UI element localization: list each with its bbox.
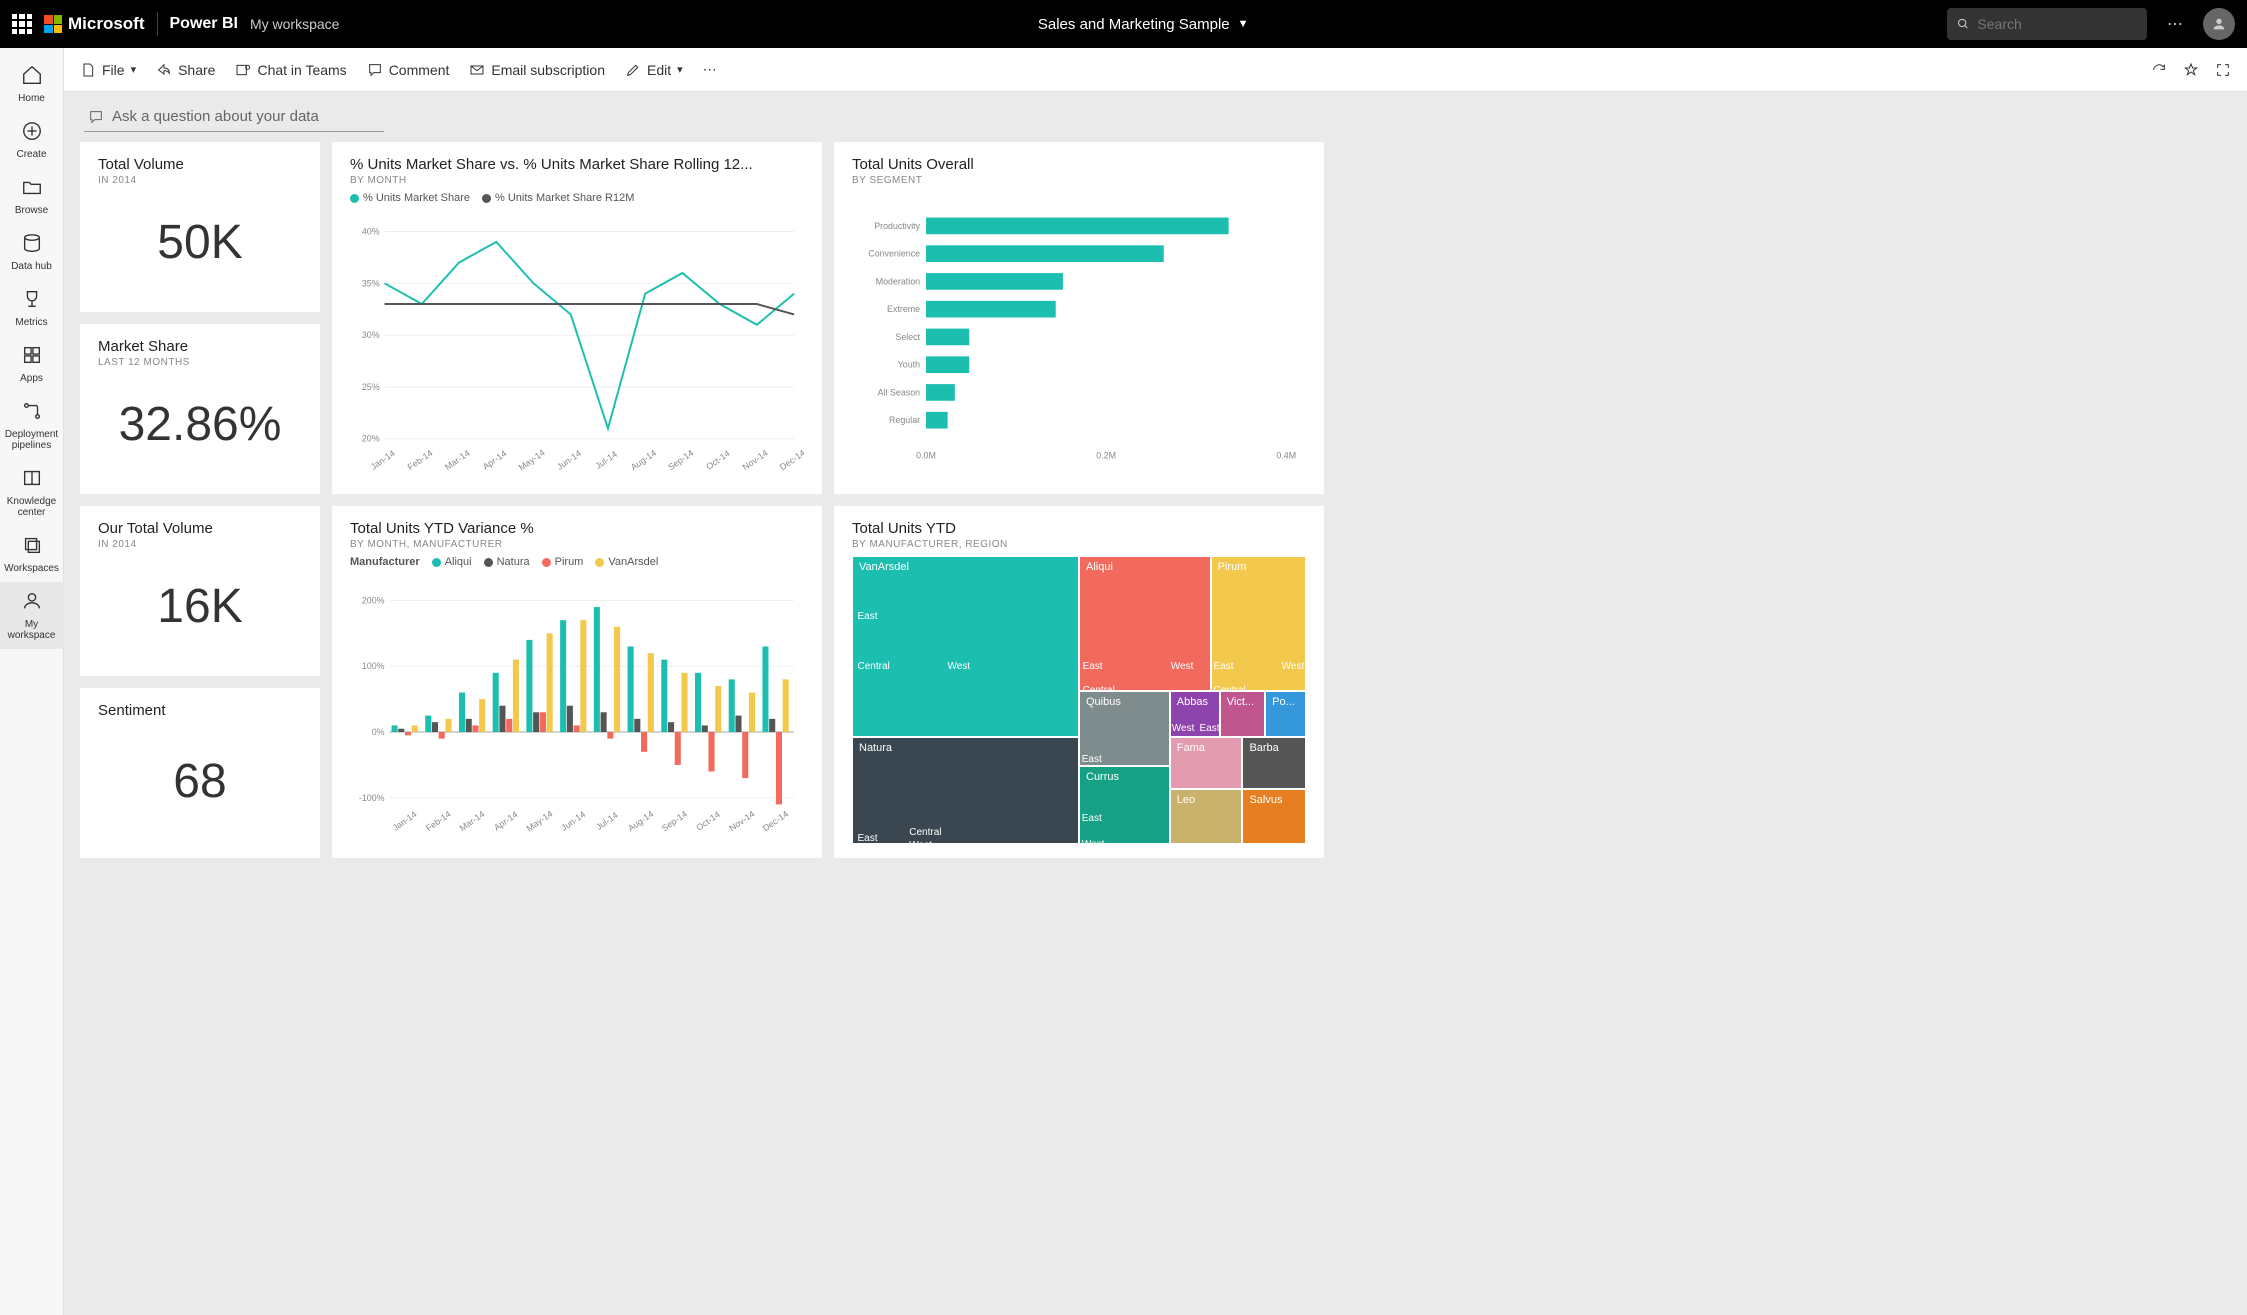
tile-line-marketshare[interactable]: % Units Market Share vs. % Units Market … <box>332 142 822 494</box>
more-button[interactable]: ⋯ <box>703 61 717 78</box>
favorite-icon[interactable] <box>2183 62 2199 78</box>
tile-treemap[interactable]: Total Units YTD BY MANUFACTURER, REGION … <box>834 506 1324 858</box>
svg-text:Oct-14: Oct-14 <box>704 448 732 472</box>
svg-text:Sep-14: Sep-14 <box>660 809 689 834</box>
comment-button[interactable]: Comment <box>367 62 450 78</box>
svg-text:40%: 40% <box>362 226 380 236</box>
tile-bar-variance[interactable]: Total Units YTD Variance % BY MONTH, MAN… <box>332 506 822 858</box>
app-launcher-icon[interactable] <box>12 14 32 34</box>
svg-text:100%: 100% <box>362 661 385 671</box>
more-options-icon[interactable]: ⋯ <box>2159 8 2191 40</box>
tile-our-volume[interactable]: Our Total Volume IN 2014 16K <box>80 506 320 676</box>
nav-workspaces[interactable]: Workspaces <box>0 526 64 582</box>
svg-text:Jan-14: Jan-14 <box>369 448 397 472</box>
svg-text:Apr-14: Apr-14 <box>492 809 520 833</box>
divider <box>157 12 158 36</box>
svg-text:Select: Select <box>895 332 920 342</box>
svg-text:30%: 30% <box>362 330 380 340</box>
svg-text:0%: 0% <box>372 727 385 737</box>
svg-text:Feb-14: Feb-14 <box>424 809 453 833</box>
svg-text:Extreme: Extreme <box>887 304 920 314</box>
nav-knowledge[interactable]: Knowledge center <box>0 459 64 526</box>
svg-text:May-14: May-14 <box>525 808 555 833</box>
svg-text:20%: 20% <box>362 434 380 444</box>
svg-text:Jun-14: Jun-14 <box>555 448 583 472</box>
file-menu[interactable]: File▾ <box>80 62 136 78</box>
svg-text:Nov-14: Nov-14 <box>741 448 770 473</box>
left-nav: Home Create Browse Data hub Metrics Apps… <box>0 48 64 1315</box>
user-avatar[interactable] <box>2203 8 2235 40</box>
svg-text:Feb-14: Feb-14 <box>406 448 435 472</box>
svg-text:35%: 35% <box>362 278 380 288</box>
svg-text:Productivity: Productivity <box>874 221 920 231</box>
svg-text:Jun-14: Jun-14 <box>559 809 587 833</box>
report-toolbar: File▾ Share Chat in Teams Comment Email … <box>64 48 2247 92</box>
svg-text:0.0M: 0.0M <box>916 450 936 460</box>
svg-text:200%: 200% <box>362 595 385 605</box>
svg-text:Moderation: Moderation <box>876 276 920 286</box>
svg-text:Jan-14: Jan-14 <box>391 809 419 833</box>
microsoft-logo: Microsoft <box>44 14 145 34</box>
chat-icon <box>88 109 104 125</box>
svg-text:Aug-14: Aug-14 <box>626 809 655 834</box>
email-button[interactable]: Email subscription <box>469 62 605 78</box>
svg-text:Youth: Youth <box>898 360 920 370</box>
svg-text:Jul-14: Jul-14 <box>593 449 619 471</box>
qa-question-input[interactable]: Ask a question about your data <box>84 102 384 132</box>
svg-text:Aug-14: Aug-14 <box>629 448 658 473</box>
edit-button[interactable]: Edit▾ <box>625 62 683 78</box>
svg-text:Mar-14: Mar-14 <box>458 809 487 833</box>
svg-text:May-14: May-14 <box>517 447 547 472</box>
svg-text:Nov-14: Nov-14 <box>727 809 756 834</box>
nav-apps[interactable]: Apps <box>0 336 64 392</box>
svg-text:Dec-14: Dec-14 <box>761 809 790 834</box>
svg-text:25%: 25% <box>362 382 380 392</box>
nav-datahub[interactable]: Data hub <box>0 224 64 280</box>
svg-text:0.4M: 0.4M <box>1276 450 1296 460</box>
svg-text:All Season: All Season <box>878 387 920 397</box>
svg-text:0.2M: 0.2M <box>1096 450 1116 460</box>
svg-text:Sep-14: Sep-14 <box>666 448 695 473</box>
global-header: Microsoft Power BI My workspace Sales an… <box>0 0 2247 48</box>
search-icon <box>1957 17 1969 31</box>
search-input[interactable] <box>1947 8 2147 40</box>
product-brand: Power BI <box>170 15 238 33</box>
refresh-icon[interactable] <box>2151 62 2167 78</box>
report-title-dropdown[interactable]: Sales and Marketing Sample ▼ <box>351 16 1935 33</box>
svg-text:Mar-14: Mar-14 <box>443 448 472 472</box>
svg-text:Convenience: Convenience <box>868 249 920 259</box>
svg-text:Apr-14: Apr-14 <box>481 448 509 472</box>
tile-sentiment[interactable]: Sentiment 68 <box>80 688 320 858</box>
teams-button[interactable]: Chat in Teams <box>235 62 346 78</box>
nav-myworkspace[interactable]: My workspace <box>0 582 64 649</box>
nav-metrics[interactable]: Metrics <box>0 280 64 336</box>
nav-browse[interactable]: Browse <box>0 168 64 224</box>
dashboard-canvas: Total Volume IN 2014 50K Market Share LA… <box>64 142 2247 1315</box>
share-button[interactable]: Share <box>156 62 215 78</box>
tile-bar-segment[interactable]: Total Units Overall BY SEGMENT Productiv… <box>834 142 1324 494</box>
chevron-down-icon: ▼ <box>1238 18 1249 30</box>
nav-deployment[interactable]: Deployment pipelines <box>0 392 64 459</box>
svg-text:-100%: -100% <box>359 793 385 803</box>
svg-text:Regular: Regular <box>889 415 920 425</box>
nav-create[interactable]: Create <box>0 112 64 168</box>
svg-text:Jul-14: Jul-14 <box>594 810 620 832</box>
nav-home[interactable]: Home <box>0 56 64 112</box>
tile-market-share[interactable]: Market Share LAST 12 MONTHS 32.86% <box>80 324 320 494</box>
svg-text:Oct-14: Oct-14 <box>694 809 722 833</box>
tile-total-volume[interactable]: Total Volume IN 2014 50K <box>80 142 320 312</box>
fullscreen-icon[interactable] <box>2215 62 2231 78</box>
workspace-breadcrumb[interactable]: My workspace <box>250 16 339 32</box>
svg-text:Dec-14: Dec-14 <box>778 448 804 473</box>
